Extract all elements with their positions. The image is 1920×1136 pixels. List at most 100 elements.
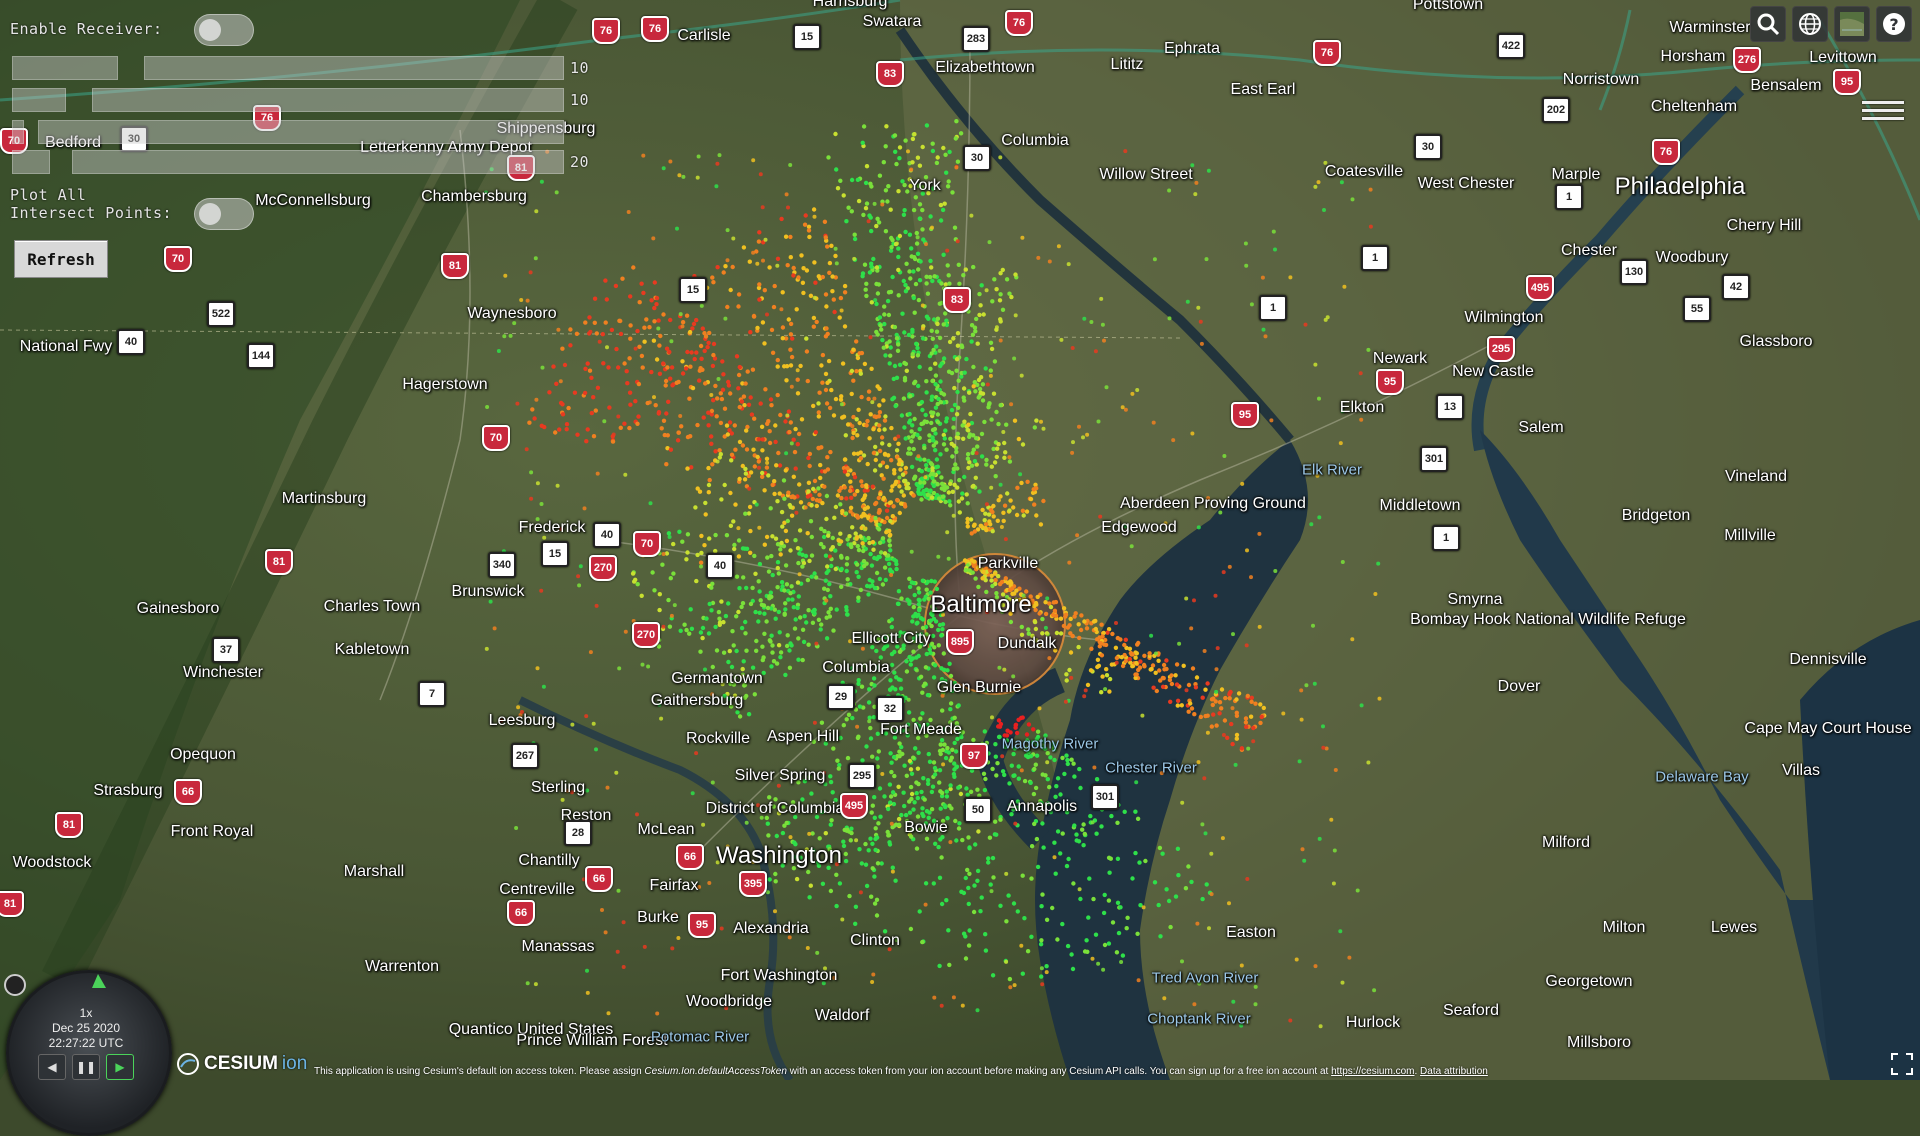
intersect-point — [1217, 711, 1222, 716]
intersect-point — [950, 454, 955, 459]
slider-4-track[interactable] — [72, 150, 564, 174]
intersect-point — [902, 763, 907, 768]
intersect-point — [946, 369, 952, 374]
intersect-point — [752, 553, 757, 559]
credit-link[interactable]: https://cesium.com — [1331, 1066, 1414, 1077]
intersect-point — [945, 668, 950, 673]
intersect-point — [1180, 800, 1185, 805]
intersect-point — [915, 814, 921, 819]
intersect-point — [716, 377, 721, 381]
intersect-point — [1181, 663, 1186, 668]
help-button[interactable]: ? — [1876, 6, 1912, 42]
intersect-point — [680, 539, 685, 544]
intersect-point — [788, 234, 793, 240]
shuttle-ring-needle-icon[interactable] — [86, 972, 116, 1002]
intersect-point — [1016, 436, 1022, 442]
intersect-point — [1227, 564, 1232, 569]
highway-shield: 144 — [247, 343, 275, 369]
realtime-clock-icon[interactable] — [4, 974, 26, 996]
intersect-point — [577, 583, 582, 588]
intersect-point — [908, 183, 913, 189]
intersect-point — [591, 721, 596, 726]
intersect-point — [791, 265, 796, 271]
intersect-point — [849, 368, 855, 374]
intersect-point — [1023, 589, 1029, 594]
intersect-point — [1013, 272, 1018, 277]
intersect-point — [968, 411, 973, 417]
play-forward-button[interactable]: ▶ — [106, 1054, 134, 1080]
intersect-point — [810, 496, 815, 502]
refresh-button[interactable]: Refresh — [14, 240, 108, 278]
base-layer-picker-button[interactable] — [1834, 6, 1870, 42]
highway-shield: 40 — [706, 553, 734, 579]
intersect-point — [915, 633, 920, 638]
cesium-ion-logo[interactable]: CESIUM ion — [176, 1052, 307, 1076]
intersect-point — [869, 366, 874, 371]
intersect-point — [924, 836, 930, 841]
slider-1-track[interactable] — [144, 56, 564, 80]
intersect-point — [1213, 593, 1218, 598]
intersect-point — [589, 375, 594, 380]
intersect-point — [762, 631, 767, 636]
intersect-point — [690, 791, 695, 796]
intersect-point — [591, 434, 597, 439]
intersect-point — [991, 391, 997, 396]
intersect-point — [916, 454, 921, 459]
intersect-point — [1009, 763, 1014, 768]
credit-text-b: with an access token from your ion accou… — [786, 1066, 1332, 1077]
intersect-point — [1032, 619, 1038, 625]
intersect-point — [1257, 531, 1262, 536]
intersect-point — [862, 488, 867, 493]
intersect-point — [717, 448, 722, 453]
intersect-point — [707, 601, 712, 607]
play-reverse-button[interactable]: ◀ — [38, 1054, 66, 1080]
intersect-point — [1093, 932, 1099, 937]
intersect-point — [788, 363, 794, 368]
intersect-point — [1222, 454, 1227, 458]
intersect-point — [882, 565, 888, 570]
intersect-point — [551, 364, 556, 369]
enable-receiver-toggle[interactable] — [194, 14, 254, 46]
intersect-point — [808, 519, 814, 524]
data-attribution-link[interactable]: Data attribution — [1420, 1066, 1488, 1077]
intersect-point — [831, 628, 836, 633]
pause-button[interactable]: ❚❚ — [72, 1054, 100, 1080]
intersect-point — [697, 885, 702, 889]
slider-2-track[interactable] — [92, 88, 564, 112]
intersect-point — [1011, 674, 1016, 679]
intersect-point — [888, 207, 893, 212]
intersect-point — [595, 385, 601, 390]
scene-mode-button[interactable] — [1792, 6, 1828, 42]
intersect-point — [1288, 1018, 1293, 1023]
intersect-point — [1192, 1002, 1197, 1007]
intersect-point — [908, 926, 914, 932]
svg-text:?: ? — [1889, 15, 1898, 34]
intersect-point — [633, 346, 638, 351]
search-button[interactable] — [1750, 6, 1786, 42]
intersect-point — [711, 398, 716, 403]
highway-shield: 28 — [564, 820, 592, 846]
intersect-point — [826, 610, 831, 615]
plot-all-intersect-toggle[interactable] — [194, 198, 254, 230]
intersect-point — [943, 311, 948, 316]
intersect-point — [944, 794, 950, 799]
intersect-point — [1029, 934, 1034, 939]
highway-shield: 522 — [207, 301, 235, 327]
intersect-point — [1028, 496, 1034, 502]
intersect-point — [669, 613, 674, 618]
intersect-point — [1151, 420, 1156, 425]
intersect-point — [909, 167, 914, 172]
intersect-point — [804, 847, 809, 852]
fullscreen-icon[interactable] — [1890, 1052, 1914, 1076]
intersect-point — [885, 829, 890, 835]
intersect-point — [1183, 886, 1189, 891]
intersect-point — [678, 312, 683, 317]
intersect-point — [885, 199, 890, 204]
intersect-point — [1008, 611, 1013, 616]
intersect-point — [825, 380, 830, 385]
hamburger-menu-icon[interactable] — [1862, 96, 1904, 126]
intersect-point — [932, 995, 937, 1000]
highway-shield: 1 — [1432, 525, 1460, 551]
intersect-point — [627, 390, 633, 395]
intersect-point — [1246, 746, 1251, 751]
